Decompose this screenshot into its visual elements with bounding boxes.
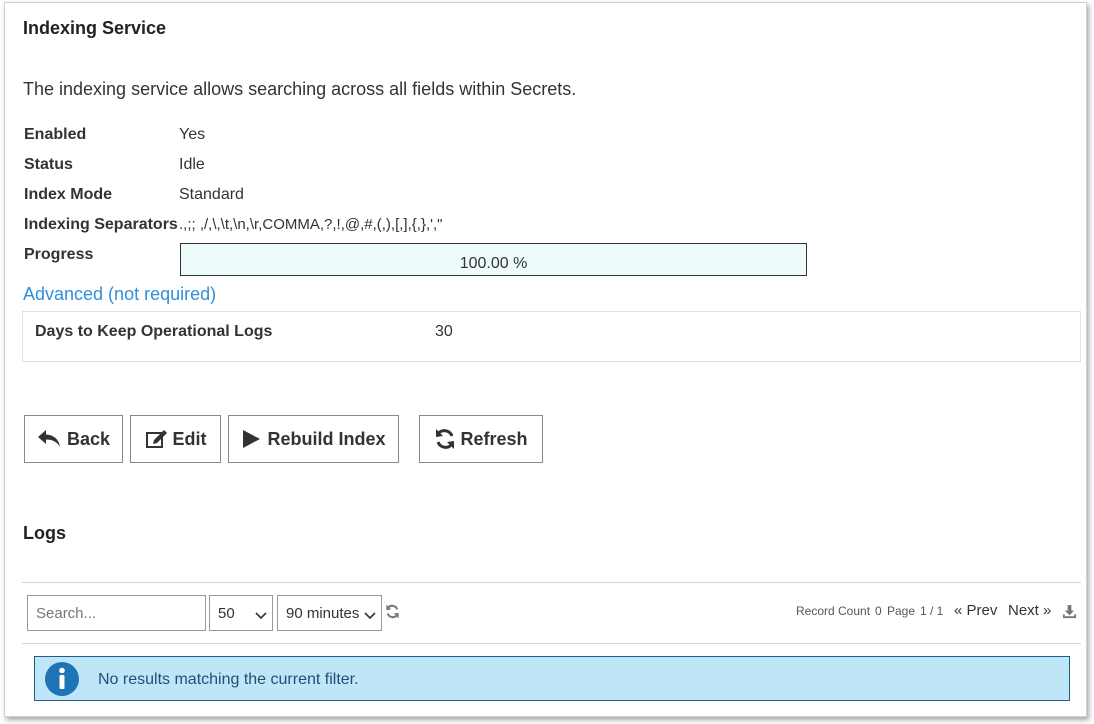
days-to-keep-logs-value: 30	[435, 323, 453, 340]
chevron-down-icon	[255, 608, 267, 625]
separators-label: Indexing Separators	[24, 216, 178, 233]
progress-text: 100.00 %	[459, 255, 528, 272]
back-button-label: Back	[66, 428, 111, 449]
days-to-keep-logs-label: Days to Keep Operational Logs	[35, 323, 273, 340]
refresh-icon[interactable]	[385, 604, 400, 624]
refresh-button[interactable]: Refresh	[419, 415, 543, 463]
index-mode-value: Standard	[179, 186, 244, 203]
page-size-select[interactable]: 50	[209, 595, 273, 631]
record-count-value: 0	[875, 604, 882, 618]
prev-label: Prev	[966, 602, 998, 619]
divider	[22, 643, 1081, 644]
enabled-value: Yes	[179, 126, 206, 143]
advanced-link[interactable]: Advanced (not required)	[23, 284, 216, 305]
status-label: Status	[24, 156, 73, 173]
chevron-down-icon	[364, 608, 376, 625]
page-size-value: 50	[218, 604, 235, 622]
search-input[interactable]	[27, 595, 206, 631]
double-chevron-right-icon: »	[1043, 602, 1052, 619]
refresh-button-label: Refresh	[460, 428, 528, 449]
page-description: The indexing service allows searching ac…	[23, 79, 577, 99]
back-button[interactable]: Back	[24, 415, 123, 463]
separators-value: .,;; ,/,\,\t,\n,\r,COMMA,?,!,@,#,(,),[,]…	[179, 216, 443, 233]
time-range-value: 90 minutes	[286, 604, 360, 622]
edit-button[interactable]: Edit	[130, 415, 221, 463]
refresh-icon	[434, 428, 456, 450]
record-count-label: Record Count	[796, 604, 871, 618]
page-label: Page	[887, 604, 916, 618]
progress-label: Progress	[24, 246, 94, 263]
info-circle-icon	[44, 661, 80, 702]
no-results-alert: No results matching the current filter.	[34, 656, 1070, 701]
divider	[22, 582, 1081, 583]
play-icon	[241, 429, 263, 449]
next-label: Next	[1008, 602, 1039, 619]
rebuild-index-button[interactable]: Rebuild Index	[228, 415, 399, 463]
status-value: Idle	[179, 156, 205, 173]
progress-bar: 100.00 %	[180, 243, 807, 276]
download-icon[interactable]	[1062, 604, 1077, 624]
alert-message: No results matching the current filter.	[98, 671, 359, 688]
index-mode-label: Index Mode	[24, 186, 113, 203]
logs-title: Logs	[23, 523, 66, 543]
enabled-label: Enabled	[24, 126, 87, 143]
next-page-button[interactable]: Next »	[1008, 602, 1051, 619]
page-value: 1 / 1	[920, 604, 944, 618]
time-range-select[interactable]: 90 minutes	[277, 595, 382, 631]
page-title: Indexing Service	[23, 18, 167, 38]
edit-button-label: Edit	[172, 428, 207, 449]
double-chevron-left-icon: «	[954, 602, 963, 619]
rebuild-index-button-label: Rebuild Index	[267, 428, 386, 449]
reply-arrow-icon	[37, 429, 63, 449]
advanced-settings-box: Days to Keep Operational Logs 30	[22, 311, 1081, 362]
edit-square-icon	[145, 429, 169, 449]
prev-page-button[interactable]: « Prev	[954, 602, 997, 619]
